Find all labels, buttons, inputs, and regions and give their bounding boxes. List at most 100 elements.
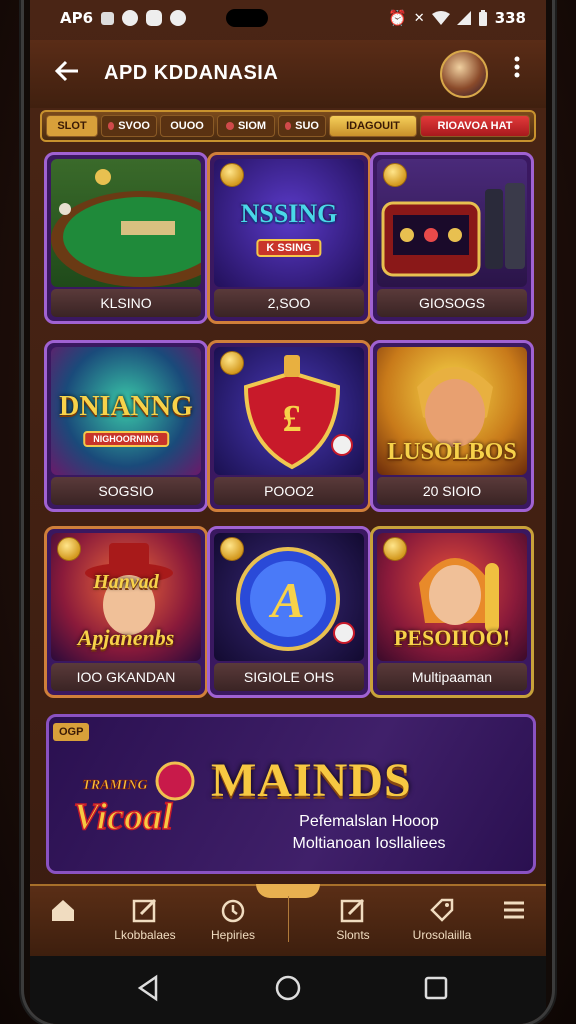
coin-icon: [220, 351, 244, 375]
game-tile[interactable]: Hanvad Apjanenbs IOO GKANDAN: [44, 526, 208, 698]
game-tile[interactable]: DNIANNG NIGHOORNING SOGSIO: [44, 340, 208, 512]
kebab-menu-icon: [514, 56, 520, 78]
category-filter-bar: SLOT SVOO OUOO SIOM SUO IDAGOUIT RIOAVOA…: [40, 110, 536, 142]
tile-art-subtitle: K SSING: [256, 239, 322, 257]
chip-dot-icon: [225, 122, 234, 130]
home-circle-icon[interactable]: [274, 974, 302, 1002]
signal-icon: [456, 11, 471, 25]
coin-icon: [220, 163, 244, 187]
tile-art-title: NSSING: [240, 199, 338, 228]
banner-line-1: Pefemalslan Hooop: [299, 813, 439, 830]
promo-banner[interactable]: OGP TRAMING Vicoal MAINDS Pefemalslan Ho…: [46, 714, 536, 874]
nav-label: Slonts: [336, 928, 370, 942]
home-icon: [52, 900, 74, 921]
tile-art: NSSING K SSING: [214, 159, 364, 287]
game-tile[interactable]: GIOSOGS: [370, 152, 534, 324]
nav-item-hepiries[interactable]: Hepiries: [188, 896, 278, 942]
tile-art: LUSOLBOS: [377, 347, 527, 475]
tile-caption: POOO2: [214, 477, 364, 505]
image-icon: [101, 11, 115, 25]
phone-frame: AP6 ⏰ ✕ 338 APD KDDANASIA SLOT SVOO OUOO…: [24, 0, 552, 1024]
status-left-text: AP6: [60, 9, 94, 27]
filter-chip-2[interactable]: SVOO: [101, 115, 157, 137]
tile-art: £: [214, 347, 364, 475]
nav-item-menu[interactable]: [486, 896, 542, 924]
svg-text:A: A: [268, 572, 304, 628]
screen: AP6 ⏰ ✕ 338 APD KDDANASIA SLOT SVOO OUOO…: [30, 0, 546, 1024]
tile-caption: GIOSOGS: [377, 289, 527, 317]
chip-dot-icon: [285, 122, 292, 130]
tile-art: PESOIIOO!: [377, 533, 527, 661]
banner-badge: OGP: [53, 723, 90, 741]
tile-art-subtitle: NIGHOORNING: [83, 431, 169, 447]
game-tile[interactable]: A SIGIOLE OHS: [207, 526, 371, 698]
chip-dot-icon: [108, 122, 115, 130]
app-icon: [146, 10, 163, 26]
tile-caption: Multipaaman: [377, 663, 527, 691]
system-nav-bar: [30, 956, 546, 1024]
face-icon: [170, 10, 187, 26]
tile-art-title: PESOIIOO!: [393, 625, 511, 650]
game-tile[interactable]: NSSING K SSING 2,SOO: [207, 152, 371, 324]
filter-chip-4[interactable]: SIOM: [217, 115, 275, 137]
status-bar: AP6 ⏰ ✕ 338: [30, 0, 546, 38]
banner-line-2: Moltianoan Iosllaliees: [292, 835, 446, 852]
game-tile[interactable]: LUSOLBOS 20 SIOIO: [370, 340, 534, 512]
nav-item-lkobbalaes[interactable]: Lkobbalaes: [100, 896, 190, 942]
more-options-button[interactable]: [512, 56, 522, 78]
back-triangle-icon[interactable]: [134, 974, 162, 1002]
app-bar: APD KDDANASIA: [30, 40, 546, 108]
game-grid: KLSINO NSSING K SSING 2,SOO GIOSOGS DNIA…: [44, 152, 534, 704]
alarm-icon: ⏰: [388, 9, 407, 27]
vicoal-logo: TRAMING Vicoal: [73, 761, 195, 839]
tile-caption: 20 SIOIO: [377, 477, 527, 505]
circle-icon: [122, 10, 139, 26]
tile-art-title: DNIANNG: [59, 391, 193, 422]
tile-art-title: Apjanenbs: [77, 625, 175, 650]
tile-art-top: Hanvad: [93, 571, 159, 593]
bottom-nav: Lkobbalaes Hepiries Slonts Urosolaiilla: [30, 884, 546, 956]
avatar[interactable]: [440, 50, 488, 98]
nav-item-urosolaiilla[interactable]: Urosolaiilla: [394, 896, 490, 942]
arrow-left-icon: [54, 60, 78, 82]
filter-chip-3[interactable]: OUOO: [160, 115, 214, 137]
edit-icon: [132, 898, 157, 923]
nav-label: Hepiries: [210, 928, 255, 942]
tile-art: [51, 159, 201, 287]
svg-text:Vicoal: Vicoal: [73, 796, 173, 838]
coin-icon: [383, 537, 407, 561]
menu-icon: [504, 901, 524, 919]
game-tile[interactable]: £ POOO2: [207, 340, 371, 512]
coin-icon: [57, 537, 81, 561]
tile-caption: SIGIOLE OHS: [214, 663, 364, 691]
filter-chip-gold[interactable]: IDAGOUIT: [329, 115, 417, 137]
tag-icon: [430, 898, 454, 922]
tile-art: [377, 159, 527, 287]
back-button[interactable]: [54, 58, 80, 91]
recents-square-icon[interactable]: [422, 974, 450, 1002]
tile-caption: SOGSIO: [51, 477, 201, 505]
game-tile[interactable]: KLSINO: [44, 152, 208, 324]
front-camera: [226, 9, 268, 27]
wifi-icon: [431, 11, 450, 25]
edit-icon: [340, 898, 365, 923]
page-title: APD KDDANASIA: [104, 62, 279, 84]
coin-icon: [220, 537, 244, 561]
filter-chip-slot[interactable]: SLOT: [46, 115, 98, 137]
nav-divider: [288, 896, 289, 942]
tile-caption: 2,SOO: [214, 289, 364, 317]
game-tile[interactable]: PESOIIOO! Multipaaman: [370, 526, 534, 698]
nav-item-slonts[interactable]: Slonts: [308, 896, 398, 942]
filter-chip-red[interactable]: RIOAVOA HAT: [420, 115, 530, 137]
mute-icon: ✕: [413, 10, 425, 26]
tile-caption: IOO GKANDAN: [51, 663, 201, 691]
tile-caption: KLSINO: [51, 289, 201, 317]
coin-icon: [383, 163, 407, 187]
nav-label: Urosolaiilla: [412, 928, 472, 942]
filter-chip-5[interactable]: SUO: [278, 115, 326, 137]
tile-art: Hanvad Apjanenbs: [51, 533, 201, 661]
battery-icon: [478, 10, 487, 26]
nav-item-home[interactable]: [30, 896, 96, 924]
svg-text:£: £: [283, 398, 302, 440]
svg-text:TRAMING: TRAMING: [82, 778, 147, 793]
